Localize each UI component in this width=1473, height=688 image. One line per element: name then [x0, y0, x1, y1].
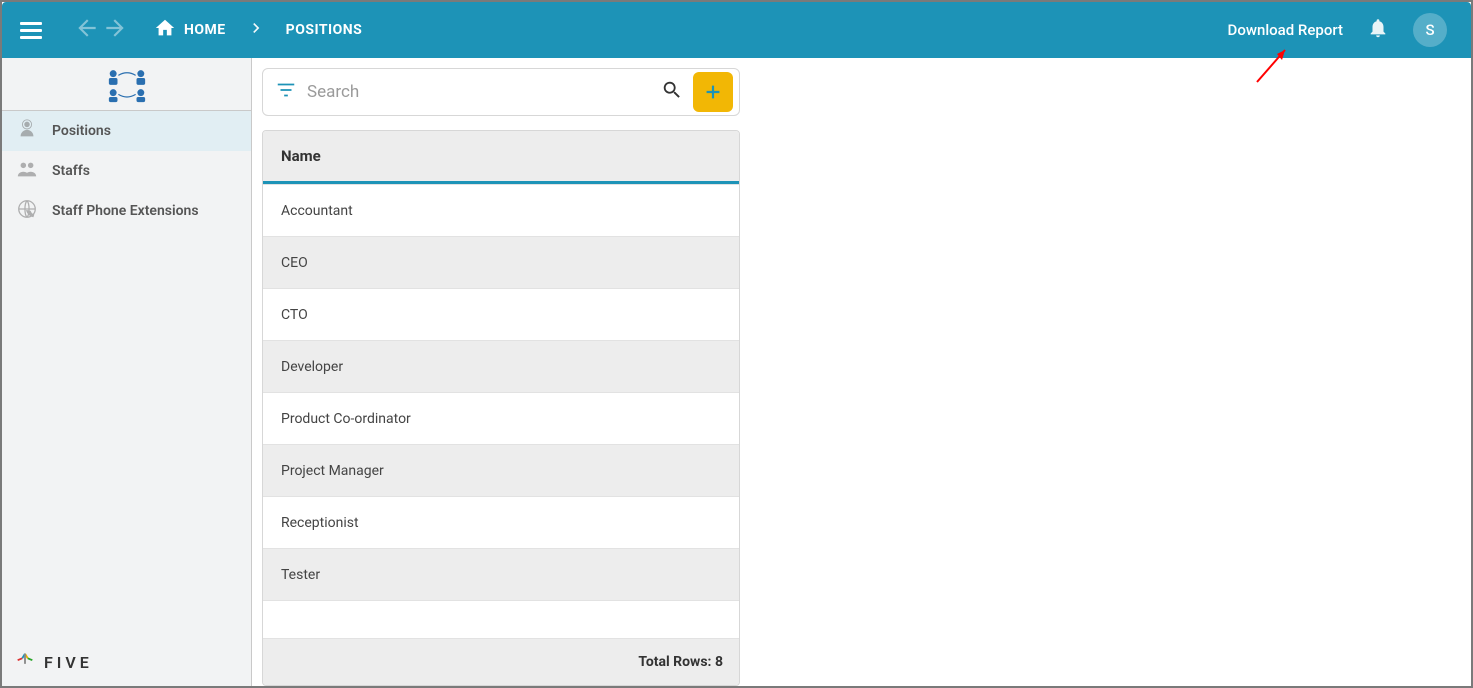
- sidebar-item-positions[interactable]: Positions: [2, 111, 251, 151]
- sidebar-item-label: Staffs: [52, 163, 90, 179]
- main-panel: Name AccountantCEOCTODeveloperProduct Co…: [252, 58, 1471, 686]
- sidebar-item-icon: [16, 118, 38, 144]
- total-rows-count: 8: [715, 654, 723, 670]
- sidebar-logo: [2, 58, 251, 111]
- search-bar: [262, 68, 740, 116]
- brand-logo: FIVE: [14, 651, 93, 673]
- table-row[interactable]: CTO: [263, 288, 739, 340]
- sidebar-item-staffs[interactable]: Staffs: [2, 151, 251, 191]
- table-row[interactable]: Developer: [263, 340, 739, 392]
- table-footer: Total Rows: 8: [263, 638, 739, 685]
- download-report-link[interactable]: Download Report: [1228, 21, 1343, 39]
- brand-name: FIVE: [44, 653, 93, 672]
- table-row[interactable]: Tester: [263, 548, 739, 600]
- search-icon[interactable]: [661, 79, 683, 105]
- user-avatar[interactable]: S: [1413, 13, 1447, 47]
- nav-arrows: [74, 15, 128, 45]
- positions-table: Name AccountantCEOCTODeveloperProduct Co…: [262, 130, 740, 686]
- table-row[interactable]: Accountant: [263, 184, 739, 236]
- back-arrow-icon[interactable]: [74, 15, 100, 45]
- home-icon: [154, 17, 176, 43]
- home-breadcrumb[interactable]: HOME: [154, 17, 226, 43]
- table-header-name[interactable]: Name: [263, 131, 739, 184]
- table-row[interactable]: Product Co-ordinator: [263, 392, 739, 444]
- add-button[interactable]: [693, 72, 733, 112]
- sidebar-item-label: Positions: [52, 123, 111, 139]
- chevron-right-icon: [246, 18, 266, 42]
- sidebar: Positions Staffs Staff Phone Extensions FI…: [2, 58, 252, 686]
- table-row[interactable]: CEO: [263, 236, 739, 288]
- table-blank-row: [263, 600, 739, 638]
- sidebar-item-staff-phone-extensions[interactable]: Staff Phone Extensions: [2, 191, 251, 231]
- topbar: HOME POSITIONS Download Report S: [2, 2, 1471, 58]
- home-label: HOME: [184, 22, 226, 38]
- sidebar-item-label: Staff Phone Extensions: [52, 203, 199, 219]
- table-row[interactable]: Project Manager: [263, 444, 739, 496]
- forward-arrow-icon[interactable]: [102, 15, 128, 45]
- search-input[interactable]: [307, 82, 651, 102]
- total-rows-label: Total Rows:: [638, 654, 711, 670]
- table-row[interactable]: Receptionist: [263, 496, 739, 548]
- sidebar-item-icon: [16, 158, 38, 184]
- sidebar-footer: FIVE: [2, 638, 251, 686]
- filter-icon[interactable]: [275, 79, 297, 105]
- menu-icon[interactable]: [20, 17, 46, 43]
- sidebar-item-icon: [16, 198, 38, 224]
- breadcrumb-current[interactable]: POSITIONS: [286, 22, 363, 38]
- notifications-icon[interactable]: [1367, 17, 1389, 43]
